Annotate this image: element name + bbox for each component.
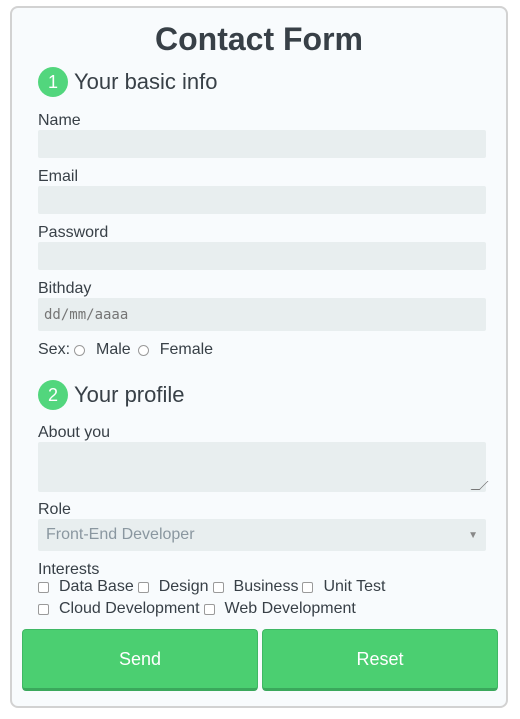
checkbox-business[interactable] [212,581,224,593]
birthday-label: Bithday [38,280,92,297]
contact-form-card: Contact Form 1 Your basic info Name Emai… [10,6,508,708]
about-textarea[interactable] [38,442,489,492]
reset-button[interactable]: Reset [262,629,498,691]
birthday-input[interactable] [38,298,486,331]
checkbox-design[interactable] [137,581,149,593]
sex-label: Sex: [38,341,71,358]
section-title-profile: Your profile [74,382,185,407]
about-label: About you [38,424,111,441]
interests-row-1: Data Base Design Business Unit Test [38,578,385,596]
male-label: Male [96,341,131,358]
sex-row: Sex: Male Female [38,341,213,359]
resize-handle-icon[interactable] [470,481,489,490]
password-label: Password [38,224,109,241]
interests-label: Interests [38,561,100,578]
caret-down-icon: ▼ [468,529,478,541]
password-input[interactable] [38,242,486,270]
email-label: Email [38,168,79,185]
email-input[interactable] [38,186,486,214]
section-profile: 2 Your profile [38,379,184,411]
female-label: Female [159,341,214,358]
role-label: Role [38,501,71,518]
name-label: Name [38,112,81,129]
interest-label-business: Business [233,578,299,595]
name-input[interactable] [38,130,486,158]
checkbox-data-base[interactable] [38,581,49,593]
interest-label-data-base: Data Base [59,578,134,595]
checkbox-unit-test[interactable] [302,581,314,593]
interest-label-design: Design [158,578,209,595]
interest-label-unit-test: Unit Test [323,578,386,595]
interest-label-web-development: Web Development [224,600,356,617]
step-number-1: 1 [38,67,68,97]
checkbox-web-development[interactable] [203,603,215,615]
interest-label-cloud-development: Cloud Development [59,600,200,617]
send-button[interactable]: Send [22,629,258,691]
role-selected-value: Front-End Developer [46,526,195,543]
checkbox-cloud-development[interactable] [38,603,49,615]
female-radio[interactable] [137,344,149,356]
male-radio[interactable] [74,344,86,356]
form-title: Contact Form [155,21,363,57]
step-number-2: 2 [38,380,68,410]
section-title-basic-info: Your basic info [74,69,218,94]
section-basic-info: 1 Your basic info [38,66,218,98]
role-select[interactable]: Front-End Developer ▼ [38,519,486,551]
interests-row-2: Cloud Development Web Development [38,600,356,618]
